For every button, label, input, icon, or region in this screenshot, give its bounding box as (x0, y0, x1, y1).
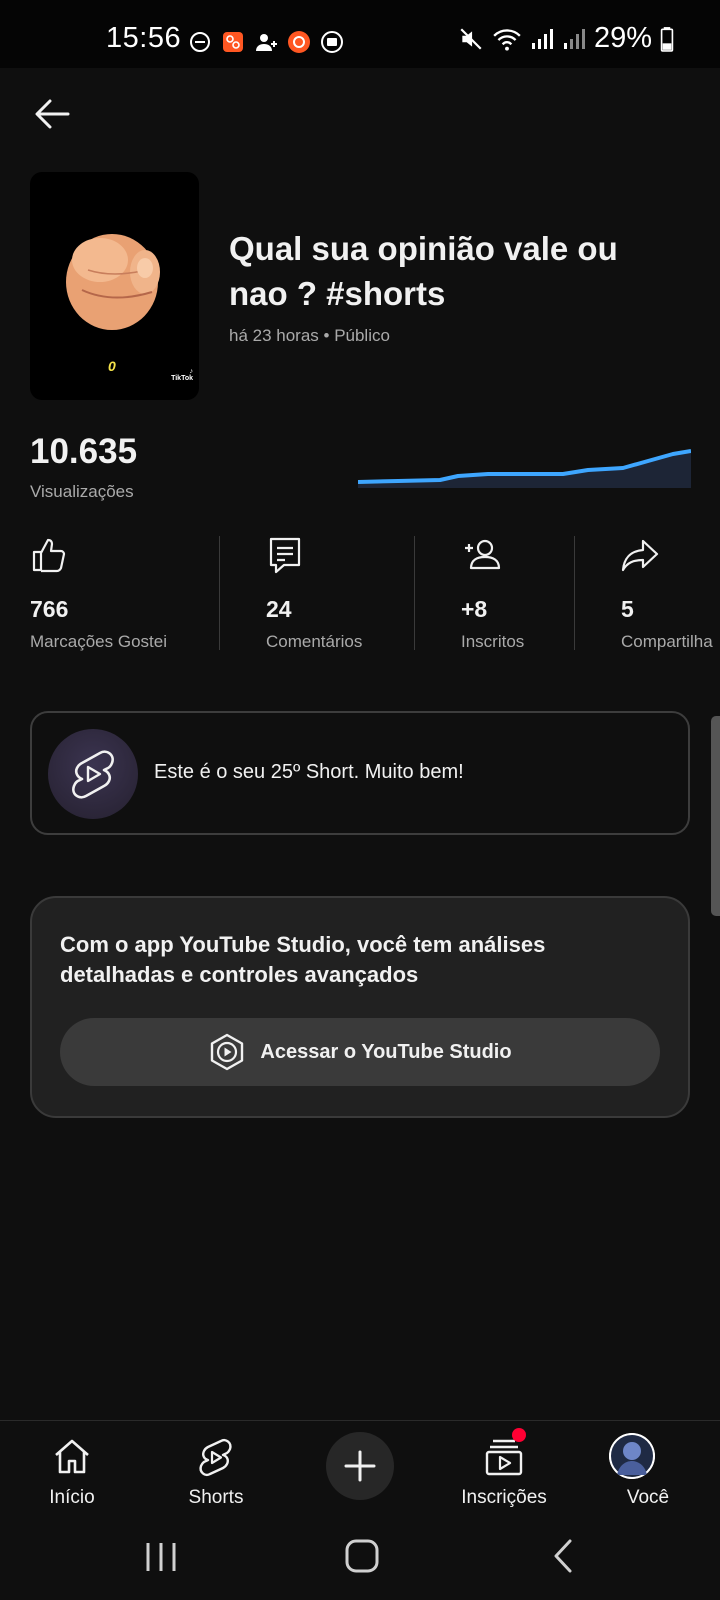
media-icon (321, 31, 343, 53)
milestone-text: Este é o seu 25º Short. Muito bem! (154, 761, 464, 783)
nav-label-subscriptions: Inscrições (461, 1487, 547, 1508)
home-system-icon[interactable] (344, 1538, 380, 1574)
views-label: Visualizações (30, 482, 134, 501)
nav-label-home: Início (49, 1487, 95, 1508)
nav-item-shorts[interactable]: Shorts (156, 1429, 276, 1521)
scrollbar[interactable] (711, 716, 720, 916)
notification-dot (512, 1428, 526, 1442)
plus-icon (344, 1450, 376, 1482)
subscribers-label: Inscritos (461, 632, 525, 651)
milestone-card: Este é o seu 25º Short. Muito bem! (30, 711, 690, 835)
youtube-studio-icon (211, 1033, 244, 1071)
nav-item-home[interactable]: Início (12, 1429, 132, 1521)
stat-divider (574, 536, 575, 650)
nav-label-you: Você (626, 1487, 670, 1508)
likes-label: Marcações Gostei (30, 632, 167, 651)
share-icon (621, 539, 659, 572)
studio-promo-text: Com o app YouTube Studio, você tem análi… (60, 932, 546, 987)
signal-1-icon (531, 28, 553, 49)
shares-value: 5 (621, 596, 634, 622)
nav-item-you[interactable]: Você (588, 1429, 708, 1521)
do-not-disturb-icon (190, 32, 210, 52)
create-button[interactable] (326, 1432, 394, 1500)
add-contact-icon (256, 34, 277, 51)
back-system-icon[interactable] (552, 1538, 576, 1574)
avatar (609, 1433, 655, 1479)
add-person-icon (465, 539, 501, 570)
video-thumbnail[interactable]: 0 ♪ TikTok (30, 172, 199, 400)
tiktok-watermark: ♪ TikTok (171, 368, 193, 382)
app-notification-icon (223, 32, 243, 52)
shorts-badge (48, 729, 138, 819)
stat-divider (219, 536, 220, 650)
status-system-icons: 29% (458, 22, 674, 55)
shares-label: Compartilha (621, 632, 713, 651)
open-studio-button[interactable]: Acessar o YouTube Studio (60, 1018, 660, 1086)
comments-value: 24 (266, 596, 292, 622)
recent-apps-icon[interactable] (144, 1540, 178, 1574)
video-title: Qual sua opinião vale ou nao ? #shorts (229, 230, 618, 312)
status-notification-icons (188, 30, 344, 54)
views-count: 10.635 (30, 432, 138, 471)
nav-item-subscriptions[interactable]: Inscrições (444, 1429, 564, 1521)
video-meta: há 23 horas • Público (229, 326, 390, 345)
views-sparkline-chart (358, 449, 691, 488)
shorts-icon (199, 1438, 232, 1477)
profile-avatar-image (609, 1433, 655, 1479)
stat-divider (414, 536, 415, 650)
screen-recorder-icon (288, 31, 310, 53)
thumbs-up-icon (32, 538, 66, 573)
thumbnail-number: 0 (108, 358, 116, 374)
battery-percentage: 29% (593, 22, 652, 54)
subscribers-value: +8 (461, 596, 488, 622)
wifi-icon (493, 28, 521, 51)
subscriptions-icon (485, 1439, 523, 1476)
battery-icon (660, 26, 674, 52)
back-arrow-icon[interactable] (30, 92, 74, 136)
status-time: 15:56 (106, 22, 182, 54)
home-icon (55, 1439, 89, 1474)
studio-promo-card: Com o app YouTube Studio, você tem análi… (30, 896, 690, 1118)
likes-value: 766 (30, 596, 69, 622)
status-bar: 15:56 29% (0, 0, 720, 68)
signal-2-icon (563, 28, 585, 49)
open-studio-label: Acessar o YouTube Studio (260, 1040, 512, 1063)
comments-label: Comentários (266, 632, 363, 651)
mute-icon (460, 27, 482, 50)
system-navigation-bar (0, 1520, 720, 1600)
shorts-logo-icon (72, 750, 114, 799)
comment-icon (269, 537, 301, 574)
nav-label-shorts: Shorts (188, 1487, 244, 1508)
